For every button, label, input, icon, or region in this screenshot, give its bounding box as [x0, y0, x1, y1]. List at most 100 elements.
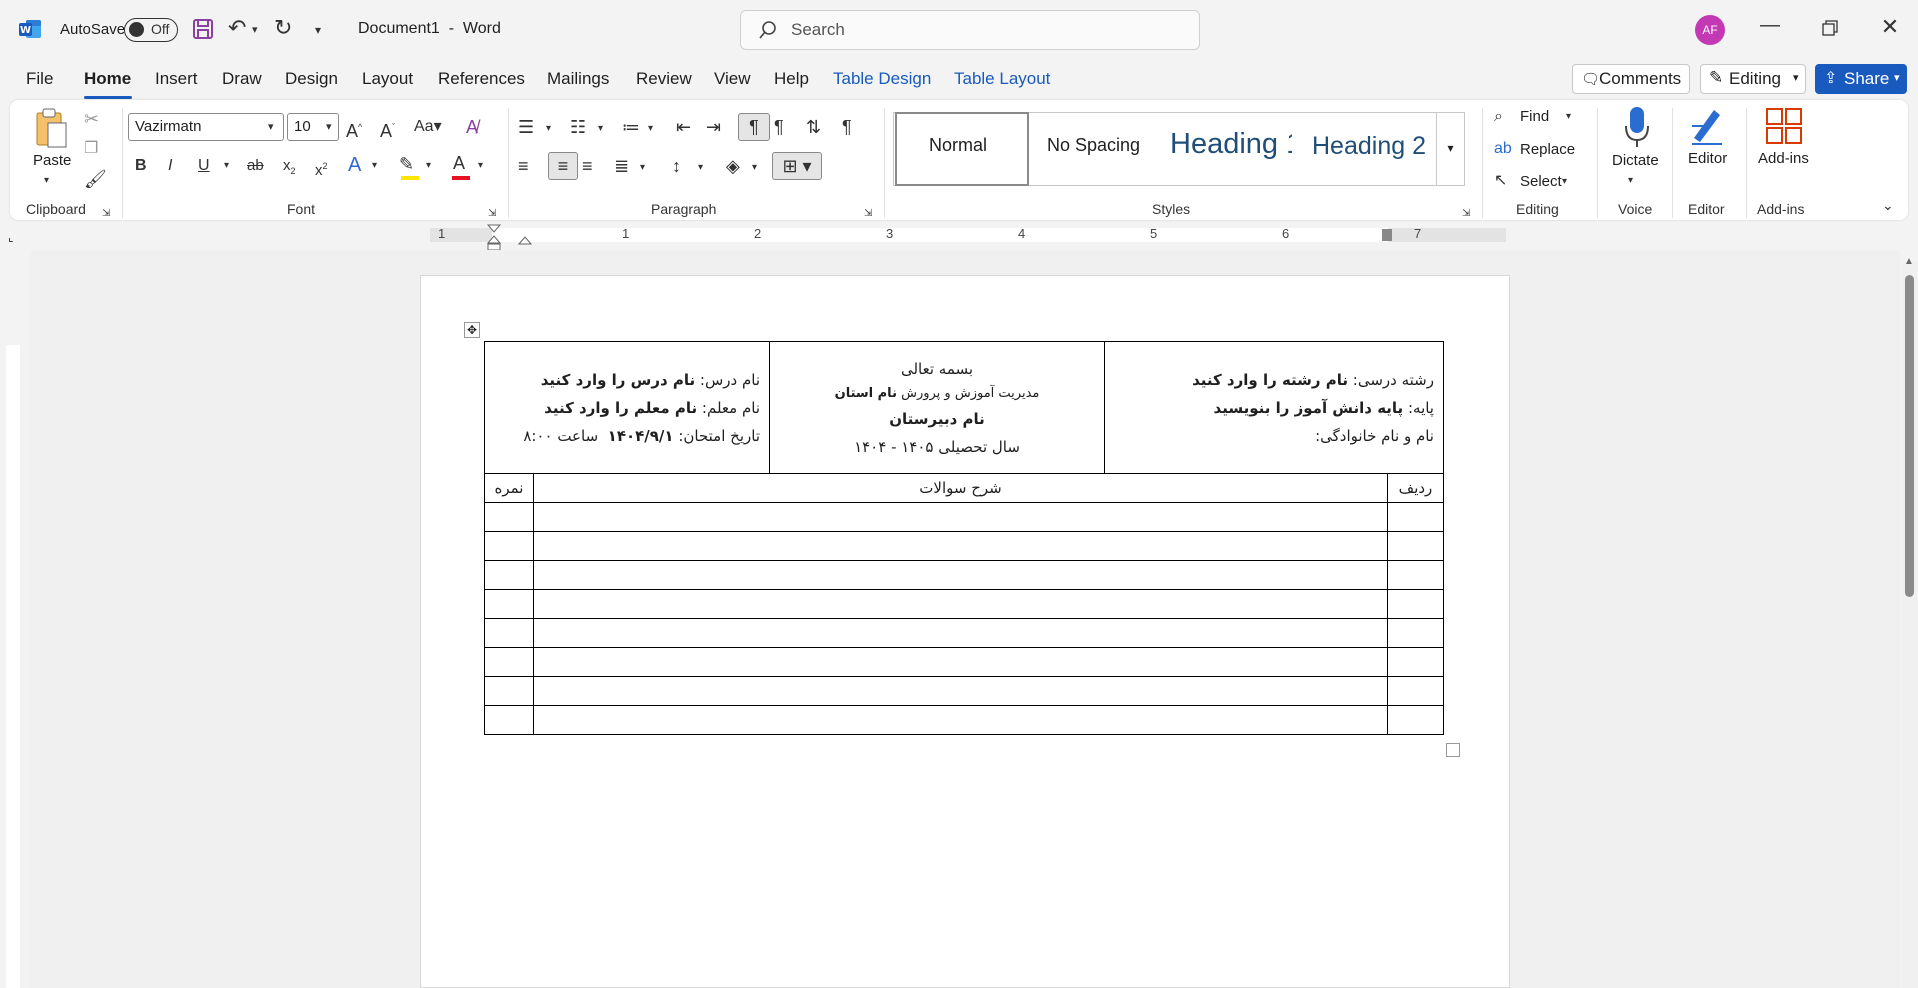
paste-icon[interactable]: [34, 107, 68, 154]
chevron-down-icon[interactable]: ▾: [546, 116, 551, 142]
chevron-down-icon[interactable]: ▾: [224, 153, 229, 179]
tab-help[interactable]: Help: [774, 69, 809, 89]
table-cell[interactable]: [533, 502, 1388, 532]
close-icon[interactable]: ✕: [1870, 14, 1910, 40]
table-cell[interactable]: [484, 705, 534, 735]
tab-draw[interactable]: Draw: [222, 69, 262, 89]
table-move-handle-icon[interactable]: ✥: [464, 322, 480, 338]
undo-icon[interactable]: ↶: [228, 15, 246, 41]
show-formatting-icon[interactable]: ¶: [842, 114, 852, 140]
addins-icon[interactable]: [1766, 108, 1802, 149]
addins-button[interactable]: Add-ins: [1758, 150, 1809, 167]
header-left-cell[interactable]: نام درس: نام درس را وارد کنید نام معلم: …: [484, 341, 770, 474]
increase-indent-icon[interactable]: ⇥: [706, 114, 721, 140]
share-button[interactable]: ⇪ Share ▾: [1815, 64, 1907, 94]
align-center-icon[interactable]: ≡: [548, 152, 578, 180]
scrollbar-thumb[interactable]: [1905, 275, 1914, 597]
font-color-icon[interactable]: A: [453, 150, 465, 176]
chevron-down-icon[interactable]: ▾: [268, 114, 274, 140]
shading-icon[interactable]: ◈: [726, 153, 740, 179]
subscript-icon[interactable]: x2: [283, 153, 296, 184]
chevron-down-icon[interactable]: ▾: [1566, 104, 1571, 130]
style-heading2-label[interactable]: Heading 2: [1312, 132, 1426, 161]
table-cell[interactable]: [533, 705, 1388, 735]
horizontal-ruler[interactable]: [430, 228, 1506, 242]
align-left-icon[interactable]: ≡: [518, 153, 529, 179]
chevron-down-icon[interactable]: ▾: [372, 153, 377, 179]
header-center-cell[interactable]: بسمه تعالی مدیریت آموزش و پرورش نام استا…: [769, 341, 1105, 474]
tab-view[interactable]: View: [714, 69, 751, 89]
superscript-icon[interactable]: x2: [315, 153, 328, 184]
table-cell[interactable]: [1387, 502, 1444, 532]
table-cell[interactable]: [1387, 560, 1444, 590]
table-cell[interactable]: [484, 589, 534, 619]
table-cell[interactable]: [533, 618, 1388, 648]
redo-icon[interactable]: ↻: [274, 15, 292, 41]
search-box[interactable]: Search: [740, 10, 1200, 50]
text-effects-icon[interactable]: A: [348, 152, 361, 178]
style-heading1-clip[interactable]: Heading 1: [1170, 128, 1292, 168]
table-cell[interactable]: [533, 676, 1388, 706]
table-resize-handle[interactable]: [1446, 743, 1460, 757]
styles-more-button[interactable]: ▾: [1436, 112, 1465, 186]
table-cell[interactable]: [533, 531, 1388, 561]
customize-toolbar-icon[interactable]: ▾: [315, 17, 321, 43]
select-icon[interactable]: ↖: [1494, 168, 1507, 194]
undo-dropdown-icon[interactable]: ▾: [252, 17, 258, 43]
table-cell[interactable]: [484, 560, 534, 590]
underline-icon[interactable]: U: [198, 153, 210, 179]
dialog-launcher-icon[interactable]: ⇲: [864, 201, 872, 227]
save-icon[interactable]: [192, 18, 214, 45]
tab-home[interactable]: Home: [84, 69, 131, 89]
paste-dropdown-icon[interactable]: ▾: [44, 168, 49, 194]
decrease-indent-icon[interactable]: ⇤: [676, 114, 691, 140]
tab-mailings[interactable]: Mailings: [547, 69, 609, 89]
editor-icon[interactable]: [1688, 106, 1724, 151]
replace-button[interactable]: Replace: [1520, 141, 1575, 158]
header-right-cell[interactable]: رشته درسی: نام رشته را وارد کنید پایه: پ…: [1104, 341, 1444, 474]
chevron-down-icon[interactable]: ▾: [1562, 169, 1567, 195]
dialog-launcher-icon[interactable]: ⇲: [1462, 201, 1470, 227]
sort-icon[interactable]: ⇅: [806, 114, 821, 140]
bold-icon[interactable]: B: [135, 153, 147, 179]
table-cell[interactable]: [1387, 705, 1444, 735]
font-name-field[interactable]: Vazirmatn: [128, 113, 284, 141]
chevron-down-icon[interactable]: ▾: [640, 155, 645, 181]
ltr-direction-icon[interactable]: ¶: [738, 113, 770, 141]
chevron-down-icon[interactable]: ▾: [478, 153, 483, 179]
table-cell[interactable]: [484, 618, 534, 648]
table-cell[interactable]: [484, 647, 534, 677]
chevron-down-icon[interactable]: ▾: [752, 155, 757, 181]
comments-button[interactable]: 🗨 Comments: [1572, 64, 1690, 94]
style-no-spacing-label[interactable]: No Spacing: [1047, 135, 1140, 156]
table-cell[interactable]: [484, 676, 534, 706]
tab-references[interactable]: References: [438, 69, 525, 89]
table-cell[interactable]: [533, 560, 1388, 590]
chevron-down-icon[interactable]: ▾: [698, 155, 703, 181]
editing-mode-button[interactable]: ✎ Editing ▾: [1700, 64, 1806, 94]
bullets-icon[interactable]: ☰: [518, 114, 534, 140]
column-header-row-number[interactable]: ردیف: [1387, 473, 1444, 503]
autosave-toggle[interactable]: Off: [124, 18, 178, 42]
rtl-direction-icon[interactable]: ¶: [774, 114, 784, 140]
multilevel-list-icon[interactable]: ≔: [622, 114, 640, 140]
table-cell[interactable]: [533, 647, 1388, 677]
paste-button[interactable]: Paste: [33, 152, 71, 169]
cut-icon[interactable]: ✂: [84, 106, 99, 132]
tab-review[interactable]: Review: [636, 69, 692, 89]
table-cell[interactable]: [533, 589, 1388, 619]
line-spacing-icon[interactable]: ↕: [672, 153, 681, 179]
clear-formatting-icon[interactable]: A̸: [466, 114, 478, 140]
change-case-icon[interactable]: Aa▾: [414, 114, 442, 140]
highlight-icon[interactable]: ✎: [399, 151, 414, 177]
strikethrough-icon[interactable]: ab: [247, 153, 264, 179]
chevron-down-icon[interactable]: ▾: [426, 153, 431, 179]
dictate-button[interactable]: Dictate: [1612, 152, 1659, 169]
select-button[interactable]: Select: [1520, 173, 1562, 190]
find-button[interactable]: Find: [1520, 108, 1549, 125]
table-cell[interactable]: [1387, 647, 1444, 677]
tab-layout[interactable]: Layout: [362, 69, 413, 89]
tab-selector-icon[interactable]: ⌞: [8, 230, 14, 244]
column-header-questions[interactable]: شرح سوالات: [533, 473, 1388, 503]
table-cell[interactable]: [1387, 531, 1444, 561]
